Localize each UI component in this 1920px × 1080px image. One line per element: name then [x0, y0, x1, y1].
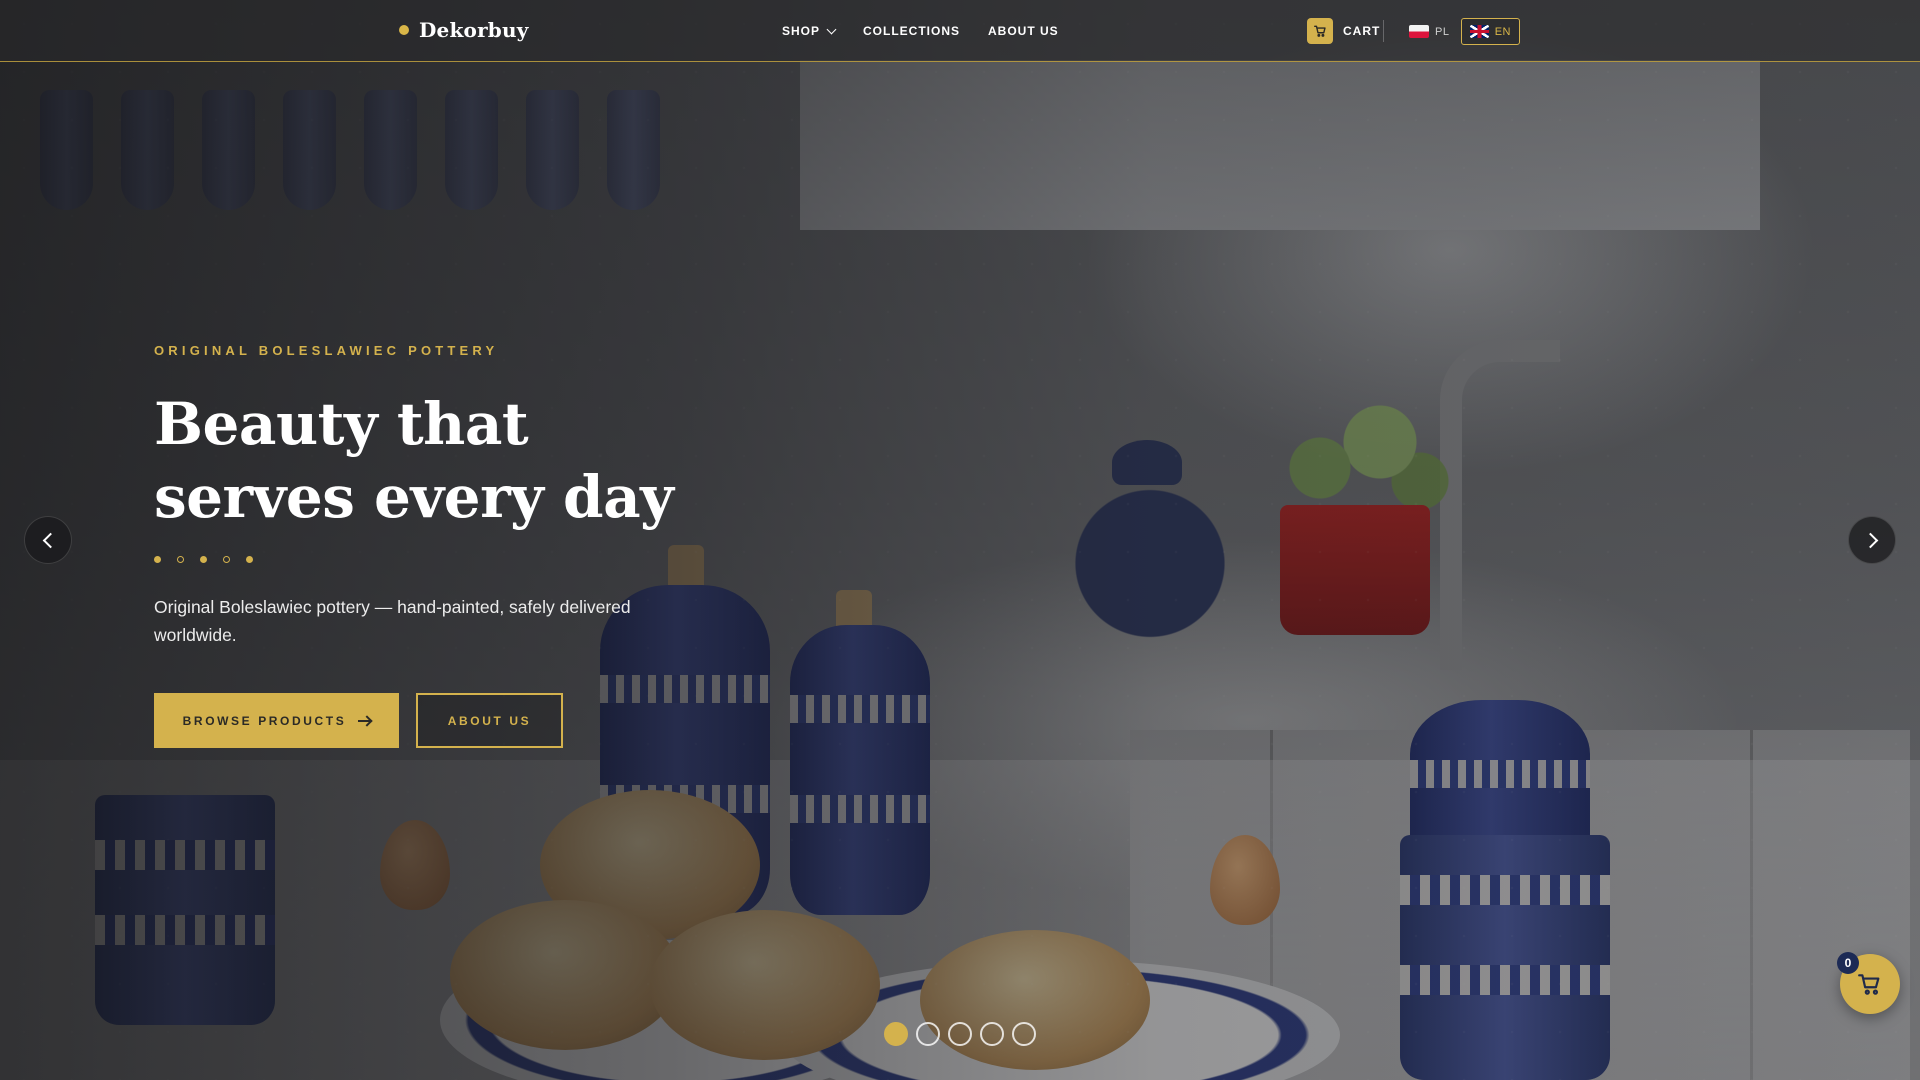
slider-next-button[interactable] — [1848, 516, 1896, 564]
chevron-down-icon — [826, 24, 837, 34]
hero-headline: Beauty that serves every day — [154, 390, 674, 531]
cart-count-badge: 0 — [1837, 952, 1859, 974]
chevron-left-icon — [42, 532, 58, 548]
cart-label: CART — [1343, 24, 1381, 38]
lang-switch-pl[interactable]: PL — [1401, 18, 1457, 45]
nav-collections-label: COLLECTIONS — [863, 24, 961, 38]
nav-collections[interactable]: COLLECTIONS — [863, 24, 960, 38]
nav-about-label: ABOUT US — [988, 24, 1059, 38]
brand-dot-icon — [399, 25, 409, 35]
browse-products-button[interactable]: BROWSE PRODUCTS — [154, 693, 399, 748]
header-divider — [1383, 20, 1384, 42]
arrow-right-icon — [358, 719, 371, 722]
header-cart-link[interactable]: CART — [1307, 18, 1380, 44]
nav-about-us[interactable]: ABOUT US — [988, 24, 1059, 38]
cart-icon — [1858, 974, 1880, 995]
flag-pl-icon — [1409, 25, 1429, 38]
slider-dot-5[interactable] — [1012, 1022, 1036, 1046]
cart-icon — [1307, 18, 1333, 44]
hero-content: ORIGINAL BOLESLAWIEC POTTERY Beauty that… — [154, 343, 714, 748]
lang-pl-label: PL — [1435, 25, 1450, 38]
brand-logo[interactable]: Dekorbuy — [399, 18, 529, 42]
nav-shop[interactable]: SHOP — [782, 24, 837, 38]
slider-prev-button[interactable] — [24, 516, 72, 564]
decorative-dots — [154, 556, 714, 563]
deco-dot-icon — [223, 556, 230, 563]
deco-dot-icon — [177, 556, 184, 563]
hero-cta-row: BROWSE PRODUCTS ABOUT US — [154, 693, 714, 748]
lang-switch-en[interactable]: EN — [1461, 18, 1520, 45]
hero-subtitle: Original Boleslawiec pottery — hand-pain… — [154, 597, 631, 645]
deco-dot-icon — [246, 556, 253, 563]
slider-dot-3[interactable] — [948, 1022, 972, 1046]
site-header: Dekorbuy SHOP COLLECTIONS ABOUT US CART … — [0, 0, 1920, 62]
slider-pagination — [884, 1022, 1036, 1046]
nav-shop-label: SHOP — [782, 24, 821, 38]
lang-en-label: EN — [1494, 25, 1511, 38]
slider-dot-1[interactable] — [884, 1022, 908, 1046]
flag-uk-icon — [1470, 25, 1489, 38]
brand-name: Dekorbuy — [419, 18, 529, 42]
hero-eyebrow: ORIGINAL BOLESLAWIEC POTTERY — [154, 343, 499, 358]
slider-dot-2[interactable] — [916, 1022, 940, 1046]
slider-dot-4[interactable] — [980, 1022, 1004, 1046]
about-us-label: ABOUT US — [447, 713, 532, 728]
browse-products-label: BROWSE PRODUCTS — [182, 713, 347, 728]
deco-dot-icon — [154, 556, 161, 563]
main-nav: SHOP COLLECTIONS ABOUT US — [782, 24, 1059, 38]
chevron-right-icon — [1862, 532, 1878, 548]
deco-dot-icon — [200, 556, 207, 563]
about-us-button[interactable]: ABOUT US — [416, 693, 563, 748]
